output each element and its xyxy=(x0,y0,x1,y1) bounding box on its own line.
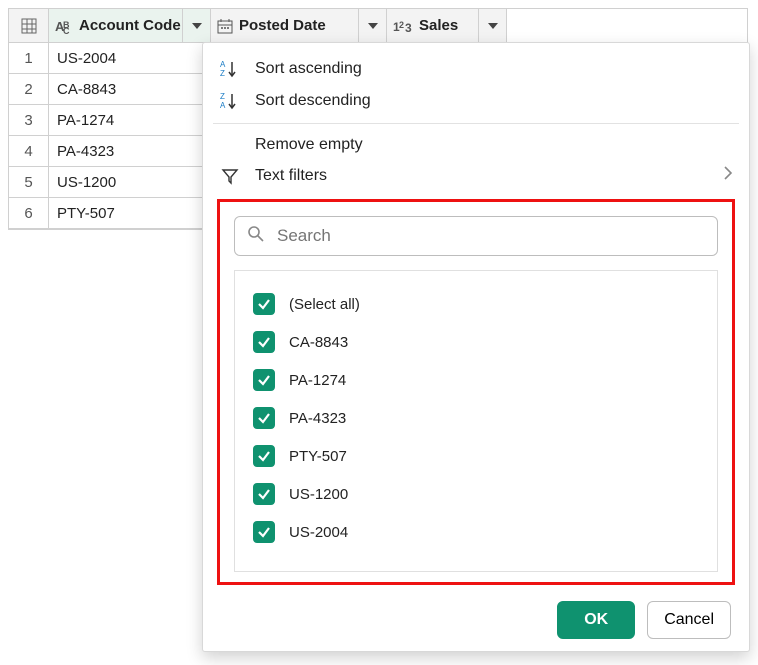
chevron-down-icon xyxy=(368,23,378,29)
check-icon xyxy=(257,373,271,387)
dialog-buttons: OK Cancel xyxy=(203,585,749,639)
menu-sort-ascending[interactable]: AZ Sort ascending xyxy=(203,53,749,85)
chevron-down-icon xyxy=(488,23,498,29)
sort-asc-icon: AZ xyxy=(219,59,241,79)
date-type-icon xyxy=(217,18,233,34)
svg-text:C: C xyxy=(63,26,70,34)
chevron-down-icon xyxy=(192,23,202,29)
funnel-icon xyxy=(219,167,241,185)
row-number[interactable]: 1 xyxy=(9,43,49,74)
menu-text-filters[interactable]: Text filters xyxy=(203,160,749,191)
svg-text:3: 3 xyxy=(405,21,412,34)
filter-value-item[interactable]: US-1200 xyxy=(249,475,703,513)
check-icon xyxy=(257,335,271,349)
sort-desc-icon: ZA xyxy=(219,91,241,111)
column-header-label: Account Code xyxy=(79,17,181,34)
svg-text:2: 2 xyxy=(399,20,404,30)
menu-separator xyxy=(213,123,739,124)
cell-account-code[interactable]: PA-4323 xyxy=(49,136,211,167)
column-filter-panel: AZ Sort ascending ZA Sort descending Rem… xyxy=(202,42,750,652)
filter-search-input[interactable] xyxy=(275,225,705,247)
menu-item-label: Sort descending xyxy=(255,92,371,110)
text-type-icon: ABC xyxy=(55,18,73,34)
filter-value-label: US-2004 xyxy=(289,524,348,541)
filter-value-item[interactable]: PA-4323 xyxy=(249,399,703,437)
check-icon xyxy=(257,411,271,425)
checkbox-checked[interactable] xyxy=(253,407,275,429)
column-header-posted-date[interactable]: Posted Date xyxy=(211,9,387,43)
search-icon xyxy=(247,225,265,247)
filter-value-item[interactable]: PA-1274 xyxy=(249,361,703,399)
filter-value-label: PTY-507 xyxy=(289,448,347,465)
table-icon xyxy=(21,18,37,34)
cancel-button[interactable]: Cancel xyxy=(647,601,731,639)
filter-value-item[interactable]: US-2004 xyxy=(249,513,703,551)
filter-value-label: PA-1274 xyxy=(289,372,346,389)
row-number[interactable]: 6 xyxy=(9,198,49,229)
column-filter-dropdown[interactable] xyxy=(358,9,386,42)
filter-value-item[interactable]: (Select all) xyxy=(249,285,703,323)
svg-text:Z: Z xyxy=(220,69,225,78)
check-icon xyxy=(257,297,271,311)
filter-value-label: (Select all) xyxy=(289,296,360,313)
filter-value-item[interactable]: CA-8843 xyxy=(249,323,703,361)
svg-text:Z: Z xyxy=(220,92,225,101)
filter-value-label: US-1200 xyxy=(289,486,348,503)
filter-value-item[interactable]: PTY-507 xyxy=(249,437,703,475)
menu-item-label: Sort ascending xyxy=(255,60,362,78)
menu-remove-empty[interactable]: Remove empty xyxy=(203,130,749,160)
ok-button[interactable]: OK xyxy=(557,601,635,639)
filter-values-region: (Select all) CA-8843 PA-1274 PA-4323 PTY-507… xyxy=(217,199,735,585)
menu-sort-descending[interactable]: ZA Sort descending xyxy=(203,85,749,117)
column-filter-dropdown[interactable] xyxy=(478,9,506,42)
cell-account-code[interactable]: CA-8843 xyxy=(49,74,211,105)
select-all-corner[interactable] xyxy=(9,9,49,43)
checkbox-checked[interactable] xyxy=(253,483,275,505)
chevron-right-icon xyxy=(723,166,733,185)
cell-account-code[interactable]: PTY-507 xyxy=(49,198,211,229)
column-header-account-code[interactable]: ABC Account Code xyxy=(49,9,211,43)
column-header-label: Posted Date xyxy=(239,17,326,34)
svg-text:A: A xyxy=(220,60,226,69)
cell-account-code[interactable]: PA-1274 xyxy=(49,105,211,136)
check-icon xyxy=(257,525,271,539)
row-number[interactable]: 5 xyxy=(9,167,49,198)
filter-search[interactable] xyxy=(234,216,718,256)
cell-account-code[interactable]: US-1200 xyxy=(49,167,211,198)
column-header-label: Sales xyxy=(419,17,458,34)
row-number[interactable]: 3 xyxy=(9,105,49,136)
row-number[interactable]: 2 xyxy=(9,74,49,105)
checkbox-checked[interactable] xyxy=(253,369,275,391)
cell-account-code[interactable]: US-2004 xyxy=(49,43,211,74)
checkbox-checked[interactable] xyxy=(253,293,275,315)
column-filter-dropdown[interactable] xyxy=(182,9,210,42)
column-header-sales[interactable]: 123 Sales xyxy=(387,9,507,43)
svg-text:A: A xyxy=(220,101,226,110)
checkbox-checked[interactable] xyxy=(253,331,275,353)
filter-values-list: (Select all) CA-8843 PA-1274 PA-4323 PTY-507… xyxy=(234,270,718,572)
checkbox-checked[interactable] xyxy=(253,445,275,467)
checkbox-checked[interactable] xyxy=(253,521,275,543)
check-icon xyxy=(257,487,271,501)
menu-item-label: Remove empty xyxy=(255,136,363,154)
filter-value-label: PA-4323 xyxy=(289,410,346,427)
row-number[interactable]: 4 xyxy=(9,136,49,167)
check-icon xyxy=(257,449,271,463)
number-type-icon: 123 xyxy=(393,18,413,34)
menu-item-label: Text filters xyxy=(255,167,327,185)
header-row: ABC Account Code Posted Date 123 Sales xyxy=(9,9,747,43)
filter-value-label: CA-8843 xyxy=(289,334,348,351)
